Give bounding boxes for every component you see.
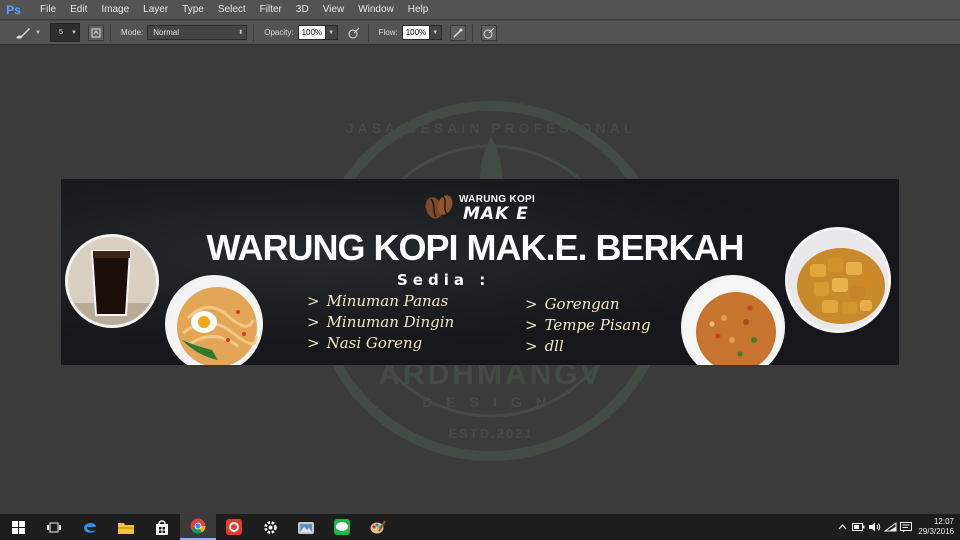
- windows-taskbar: 12:07 29/3/2016: [0, 514, 960, 540]
- opacity-label: Opacity:: [264, 28, 294, 37]
- airbrush-icon[interactable]: [449, 24, 466, 41]
- noodle-bowl-photo: [165, 275, 263, 365]
- menu-list-right: Gorengan Tempe Pisang dll: [525, 294, 651, 357]
- menu-help[interactable]: Help: [401, 0, 436, 19]
- photoshop-logo-icon[interactable]: Ps: [2, 0, 25, 19]
- menu-list-left: Minuman Panas Minuman Dingin Nasi Goreng: [307, 291, 455, 354]
- pressure-size-icon[interactable]: [480, 24, 497, 41]
- menu-file[interactable]: File: [33, 0, 63, 19]
- separator: [367, 23, 369, 42]
- clock-time: 12:07: [933, 517, 954, 526]
- wifi-icon[interactable]: [882, 514, 898, 540]
- options-bar: ▼ 5 ▼ Mode: Normal ⬍ Opacity: 100% ▼ Flo…: [0, 20, 960, 45]
- menu-window[interactable]: Window: [351, 0, 401, 19]
- banner-canvas[interactable]: WARUNG KOPI MAK E WARUNG KOPI MAK.E. BER…: [61, 179, 899, 365]
- chrome-icon[interactable]: [180, 514, 216, 540]
- list-item: dll: [525, 336, 651, 357]
- photos-app-icon[interactable]: [288, 514, 324, 540]
- task-view-icon[interactable]: [36, 514, 72, 540]
- brush-size-value: 5: [59, 29, 63, 36]
- pressure-opacity-icon[interactable]: [345, 24, 362, 41]
- separator: [253, 23, 255, 42]
- chevron-down-icon: ▼: [432, 29, 439, 36]
- menu-layer[interactable]: Layer: [136, 0, 175, 19]
- file-explorer-icon[interactable]: [108, 514, 144, 540]
- chevron-down-icon: ▼: [35, 29, 41, 36]
- list-item: Tempe Pisang: [525, 315, 651, 336]
- coffee-beans-icon: [425, 195, 453, 219]
- menu-view[interactable]: View: [316, 0, 352, 19]
- clock-date: 29/3/2016: [918, 527, 954, 536]
- opacity-slider-dropdown[interactable]: ▼: [325, 25, 338, 40]
- watermark-estd: ESTD.2021: [448, 426, 534, 441]
- chevron-up-icon[interactable]: [834, 514, 850, 540]
- store-icon[interactable]: [144, 514, 180, 540]
- canvas-workspace[interactable]: JASA DESAIN PROFESIONAL ARDHMANGV DESIGN…: [0, 46, 960, 514]
- separator: [110, 23, 111, 42]
- watermark-sub: DESIGN: [422, 394, 560, 410]
- menu-type[interactable]: Type: [175, 0, 211, 19]
- flow-slider-dropdown[interactable]: ▼: [429, 25, 442, 40]
- brush-tool-icon: [16, 27, 30, 39]
- list-item: Minuman Panas: [307, 291, 454, 312]
- battery-icon[interactable]: [850, 514, 866, 540]
- photoshop-window: Ps File Edit Image Layer Type Select Fil…: [0, 0, 960, 540]
- system-clock[interactable]: 12:07 29/3/2016: [914, 517, 960, 537]
- system-tray: 12:07 29/3/2016: [834, 514, 960, 540]
- menu-filter[interactable]: Filter: [253, 0, 289, 19]
- logo-bottom-text: MAK E: [463, 204, 529, 224]
- opacity-input[interactable]: 100%: [297, 25, 326, 40]
- updown-arrow-icon: ⬍: [238, 30, 244, 36]
- app-red-icon[interactable]: [216, 514, 252, 540]
- watermark-ring-text: JASA DESAIN PROFESIONAL: [345, 120, 637, 136]
- banner-headline: WARUNG KOPI MAK.E. BERKAH: [206, 227, 744, 268]
- menu-image[interactable]: Image: [94, 0, 136, 19]
- menu-edit[interactable]: Edit: [63, 0, 94, 19]
- brand-logo: WARUNG KOPI MAK E: [423, 187, 553, 224]
- notification-center-icon[interactable]: [898, 514, 914, 540]
- brush-panel-toggle-icon[interactable]: [88, 24, 104, 41]
- menu-bar: Ps File Edit Image Layer Type Select Fil…: [0, 0, 960, 19]
- list-item: Gorengan: [525, 294, 651, 315]
- volume-icon[interactable]: [866, 514, 882, 540]
- settings-gear-icon[interactable]: [252, 514, 288, 540]
- gorengan-plate-photo: [785, 227, 891, 333]
- paint-app-icon[interactable]: [360, 514, 396, 540]
- menu-3d[interactable]: 3D: [289, 0, 316, 19]
- list-item: Minuman Dingin: [307, 312, 455, 333]
- chevron-down-icon: ▼: [328, 29, 335, 36]
- mode-label: Mode:: [121, 28, 144, 37]
- sedia-label: Sedia :: [397, 271, 491, 289]
- coffee-glass-photo: [65, 234, 159, 328]
- windows-start-icon[interactable]: [0, 514, 36, 540]
- tool-preset-picker[interactable]: ▼: [14, 26, 44, 40]
- flow-input[interactable]: 100%: [401, 25, 430, 40]
- list-item: Nasi Goreng: [307, 333, 454, 354]
- edge-browser-icon[interactable]: [72, 514, 108, 540]
- chevron-down-icon: ▼: [71, 30, 77, 36]
- flow-label: Flow:: [378, 28, 398, 37]
- line-messenger-icon[interactable]: [324, 514, 360, 540]
- brush-preset-picker[interactable]: 5 ▼: [50, 23, 80, 42]
- blend-mode-select[interactable]: Normal ⬍: [147, 25, 248, 40]
- blend-mode-value: Normal: [153, 28, 180, 37]
- separator: [471, 23, 473, 42]
- menu-select[interactable]: Select: [211, 0, 253, 19]
